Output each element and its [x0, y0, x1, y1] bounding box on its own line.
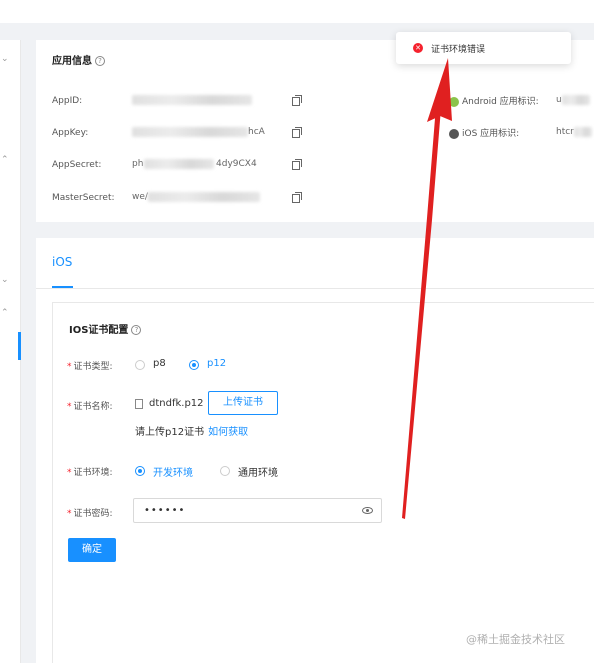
- arrow-head: [427, 58, 452, 122]
- arrow-shaft: [402, 106, 441, 519]
- annotation-arrow: [402, 58, 452, 519]
